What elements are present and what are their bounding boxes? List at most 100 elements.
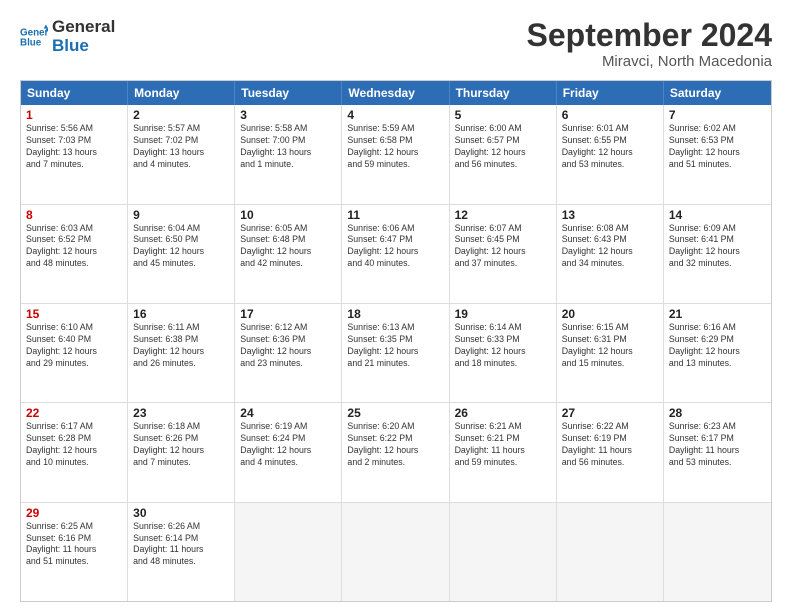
day-number: 29	[26, 506, 122, 520]
calendar-cell-12: 12Sunrise: 6:07 AM Sunset: 6:45 PM Dayli…	[450, 205, 557, 303]
day-number: 11	[347, 208, 443, 222]
calendar-cell-29: 29Sunrise: 6:25 AM Sunset: 6:16 PM Dayli…	[21, 503, 128, 601]
header: General Blue General Blue September 2024…	[20, 18, 772, 70]
calendar-cell-empty	[664, 503, 771, 601]
day-header-sunday: Sunday	[21, 81, 128, 105]
cell-info: Sunrise: 6:13 AM Sunset: 6:35 PM Dayligh…	[347, 322, 443, 370]
title-block: September 2024 Miravci, North Macedonia	[527, 18, 772, 70]
day-number: 30	[133, 506, 229, 520]
calendar-row-3: 15Sunrise: 6:10 AM Sunset: 6:40 PM Dayli…	[21, 303, 771, 402]
cell-info: Sunrise: 6:08 AM Sunset: 6:43 PM Dayligh…	[562, 223, 658, 271]
cell-info: Sunrise: 6:12 AM Sunset: 6:36 PM Dayligh…	[240, 322, 336, 370]
cell-info: Sunrise: 6:09 AM Sunset: 6:41 PM Dayligh…	[669, 223, 766, 271]
calendar-body: 1Sunrise: 5:56 AM Sunset: 7:03 PM Daylig…	[21, 105, 771, 601]
cell-info: Sunrise: 5:58 AM Sunset: 7:00 PM Dayligh…	[240, 123, 336, 171]
cell-info: Sunrise: 6:07 AM Sunset: 6:45 PM Dayligh…	[455, 223, 551, 271]
calendar-cell-10: 10Sunrise: 6:05 AM Sunset: 6:48 PM Dayli…	[235, 205, 342, 303]
day-header-wednesday: Wednesday	[342, 81, 449, 105]
cell-info: Sunrise: 6:06 AM Sunset: 6:47 PM Dayligh…	[347, 223, 443, 271]
day-number: 10	[240, 208, 336, 222]
calendar-cell-18: 18Sunrise: 6:13 AM Sunset: 6:35 PM Dayli…	[342, 304, 449, 402]
calendar-row-5: 29Sunrise: 6:25 AM Sunset: 6:16 PM Dayli…	[21, 502, 771, 601]
day-number: 7	[669, 108, 766, 122]
calendar-row-1: 1Sunrise: 5:56 AM Sunset: 7:03 PM Daylig…	[21, 105, 771, 203]
day-number: 4	[347, 108, 443, 122]
day-number: 13	[562, 208, 658, 222]
cell-info: Sunrise: 6:05 AM Sunset: 6:48 PM Dayligh…	[240, 223, 336, 271]
cell-info: Sunrise: 6:16 AM Sunset: 6:29 PM Dayligh…	[669, 322, 766, 370]
day-number: 18	[347, 307, 443, 321]
day-number: 2	[133, 108, 229, 122]
cell-info: Sunrise: 6:14 AM Sunset: 6:33 PM Dayligh…	[455, 322, 551, 370]
calendar-cell-26: 26Sunrise: 6:21 AM Sunset: 6:21 PM Dayli…	[450, 403, 557, 501]
calendar-cell-15: 15Sunrise: 6:10 AM Sunset: 6:40 PM Dayli…	[21, 304, 128, 402]
calendar-cell-25: 25Sunrise: 6:20 AM Sunset: 6:22 PM Dayli…	[342, 403, 449, 501]
cell-info: Sunrise: 5:56 AM Sunset: 7:03 PM Dayligh…	[26, 123, 122, 171]
logo-icon: General Blue	[20, 23, 48, 51]
cell-info: Sunrise: 6:04 AM Sunset: 6:50 PM Dayligh…	[133, 223, 229, 271]
cell-info: Sunrise: 6:02 AM Sunset: 6:53 PM Dayligh…	[669, 123, 766, 171]
cell-info: Sunrise: 6:03 AM Sunset: 6:52 PM Dayligh…	[26, 223, 122, 271]
day-number: 20	[562, 307, 658, 321]
logo: General Blue General Blue	[20, 18, 115, 55]
day-header-saturday: Saturday	[664, 81, 771, 105]
day-number: 15	[26, 307, 122, 321]
cell-info: Sunrise: 6:15 AM Sunset: 6:31 PM Dayligh…	[562, 322, 658, 370]
cell-info: Sunrise: 6:21 AM Sunset: 6:21 PM Dayligh…	[455, 421, 551, 469]
calendar-cell-empty	[450, 503, 557, 601]
calendar-cell-empty	[235, 503, 342, 601]
cell-info: Sunrise: 6:23 AM Sunset: 6:17 PM Dayligh…	[669, 421, 766, 469]
day-number: 22	[26, 406, 122, 420]
day-number: 27	[562, 406, 658, 420]
day-header-tuesday: Tuesday	[235, 81, 342, 105]
day-number: 6	[562, 108, 658, 122]
day-number: 8	[26, 208, 122, 222]
calendar-row-4: 22Sunrise: 6:17 AM Sunset: 6:28 PM Dayli…	[21, 402, 771, 501]
calendar-row-2: 8Sunrise: 6:03 AM Sunset: 6:52 PM Daylig…	[21, 204, 771, 303]
day-number: 19	[455, 307, 551, 321]
calendar-cell-5: 5Sunrise: 6:00 AM Sunset: 6:57 PM Daylig…	[450, 105, 557, 203]
cell-info: Sunrise: 6:25 AM Sunset: 6:16 PM Dayligh…	[26, 521, 122, 569]
month-title: September 2024	[527, 18, 772, 53]
page: General Blue General Blue September 2024…	[0, 0, 792, 612]
cell-info: Sunrise: 6:10 AM Sunset: 6:40 PM Dayligh…	[26, 322, 122, 370]
cell-info: Sunrise: 6:01 AM Sunset: 6:55 PM Dayligh…	[562, 123, 658, 171]
calendar-cell-7: 7Sunrise: 6:02 AM Sunset: 6:53 PM Daylig…	[664, 105, 771, 203]
day-number: 9	[133, 208, 229, 222]
calendar-cell-1: 1Sunrise: 5:56 AM Sunset: 7:03 PM Daylig…	[21, 105, 128, 203]
svg-text:Blue: Blue	[20, 37, 42, 48]
calendar-cell-20: 20Sunrise: 6:15 AM Sunset: 6:31 PM Dayli…	[557, 304, 664, 402]
day-header-friday: Friday	[557, 81, 664, 105]
cell-info: Sunrise: 6:20 AM Sunset: 6:22 PM Dayligh…	[347, 421, 443, 469]
calendar-cell-2: 2Sunrise: 5:57 AM Sunset: 7:02 PM Daylig…	[128, 105, 235, 203]
cell-info: Sunrise: 5:59 AM Sunset: 6:58 PM Dayligh…	[347, 123, 443, 171]
location: Miravci, North Macedonia	[527, 53, 772, 70]
calendar: SundayMondayTuesdayWednesdayThursdayFrid…	[20, 80, 772, 602]
cell-info: Sunrise: 6:22 AM Sunset: 6:19 PM Dayligh…	[562, 421, 658, 469]
calendar-cell-4: 4Sunrise: 5:59 AM Sunset: 6:58 PM Daylig…	[342, 105, 449, 203]
day-number: 1	[26, 108, 122, 122]
day-number: 23	[133, 406, 229, 420]
calendar-cell-28: 28Sunrise: 6:23 AM Sunset: 6:17 PM Dayli…	[664, 403, 771, 501]
cell-info: Sunrise: 6:18 AM Sunset: 6:26 PM Dayligh…	[133, 421, 229, 469]
cell-info: Sunrise: 6:26 AM Sunset: 6:14 PM Dayligh…	[133, 521, 229, 569]
calendar-cell-22: 22Sunrise: 6:17 AM Sunset: 6:28 PM Dayli…	[21, 403, 128, 501]
day-number: 28	[669, 406, 766, 420]
calendar-cell-30: 30Sunrise: 6:26 AM Sunset: 6:14 PM Dayli…	[128, 503, 235, 601]
cell-info: Sunrise: 6:19 AM Sunset: 6:24 PM Dayligh…	[240, 421, 336, 469]
cell-info: Sunrise: 6:00 AM Sunset: 6:57 PM Dayligh…	[455, 123, 551, 171]
calendar-cell-21: 21Sunrise: 6:16 AM Sunset: 6:29 PM Dayli…	[664, 304, 771, 402]
calendar-cell-3: 3Sunrise: 5:58 AM Sunset: 7:00 PM Daylig…	[235, 105, 342, 203]
calendar-cell-23: 23Sunrise: 6:18 AM Sunset: 6:26 PM Dayli…	[128, 403, 235, 501]
day-number: 5	[455, 108, 551, 122]
calendar-header: SundayMondayTuesdayWednesdayThursdayFrid…	[21, 81, 771, 105]
logo-line2: Blue	[52, 37, 115, 56]
cell-info: Sunrise: 6:17 AM Sunset: 6:28 PM Dayligh…	[26, 421, 122, 469]
day-number: 24	[240, 406, 336, 420]
calendar-cell-19: 19Sunrise: 6:14 AM Sunset: 6:33 PM Dayli…	[450, 304, 557, 402]
logo-line1: General	[52, 18, 115, 37]
day-number: 25	[347, 406, 443, 420]
calendar-cell-empty	[342, 503, 449, 601]
calendar-cell-empty	[557, 503, 664, 601]
calendar-cell-16: 16Sunrise: 6:11 AM Sunset: 6:38 PM Dayli…	[128, 304, 235, 402]
